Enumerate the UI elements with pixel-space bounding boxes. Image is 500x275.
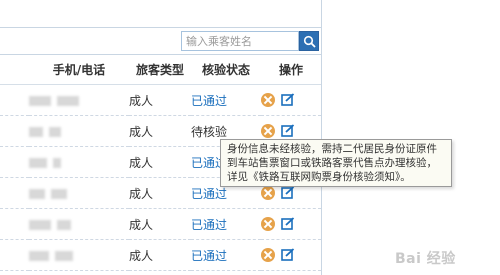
verify-status-link[interactable]: 已通过 <box>191 239 261 271</box>
delete-icon[interactable] <box>261 124 275 139</box>
passenger-type-cell: 成人 <box>129 208 191 240</box>
verify-tooltip: 身份信息未经核验，需持二代居民身份证原件到车站售票窗口或铁路客票代售点办理核验，… <box>220 139 452 187</box>
actions-cell <box>261 84 321 116</box>
baidu-watermark: Bai 经验 <box>395 251 456 267</box>
blank-area <box>323 0 500 275</box>
phone-cell-redacted <box>29 146 129 178</box>
table-row: 成人 已通过 <box>0 208 321 240</box>
phone-cell-redacted <box>29 177 129 209</box>
actions-cell <box>261 239 321 271</box>
actions-cell <box>261 208 321 240</box>
edit-icon[interactable] <box>281 186 295 200</box>
verify-status-link[interactable]: 已通过 <box>191 208 261 240</box>
header-actions: 操作 <box>261 54 321 85</box>
edit-icon[interactable] <box>281 124 295 138</box>
passenger-type-cell: 成人 <box>129 146 191 178</box>
phone-cell-redacted <box>29 239 129 271</box>
search-toolbar <box>0 27 321 55</box>
header-passenger-type: 旅客类型 <box>129 54 191 85</box>
table-header-row: 手机/电话 旅客类型 核验状态 操作 <box>0 54 321 85</box>
passenger-type-cell: 成人 <box>129 177 191 209</box>
search-button[interactable] <box>299 31 319 51</box>
search-icon <box>303 35 316 48</box>
table-row: 成人 已通过 <box>0 84 321 116</box>
header-phone: 手机/电话 <box>29 54 129 85</box>
passenger-type-cell: 成人 <box>129 115 191 147</box>
header-verify-status: 核验状态 <box>191 54 261 85</box>
delete-icon[interactable] <box>261 248 275 263</box>
passenger-type-cell: 成人 <box>129 84 191 116</box>
phone-cell-redacted <box>29 84 129 116</box>
phone-cell-redacted <box>29 208 129 240</box>
delete-icon[interactable] <box>261 217 275 232</box>
header-blank <box>0 54 29 85</box>
delete-icon[interactable] <box>261 186 275 201</box>
verify-status-link[interactable]: 已通过 <box>191 84 261 116</box>
edit-icon[interactable] <box>281 217 295 231</box>
delete-icon[interactable] <box>261 93 275 108</box>
search-box <box>181 31 319 51</box>
table-row: 成人 已通过 <box>0 239 321 271</box>
search-input[interactable] <box>181 31 299 51</box>
passenger-panel: 手机/电话 旅客类型 核验状态 操作 成人 已通过 成人 待核验 <box>0 0 322 275</box>
passenger-type-cell: 成人 <box>129 239 191 271</box>
edit-icon[interactable] <box>281 93 295 107</box>
edit-icon[interactable] <box>281 248 295 262</box>
phone-cell-redacted <box>29 115 129 147</box>
